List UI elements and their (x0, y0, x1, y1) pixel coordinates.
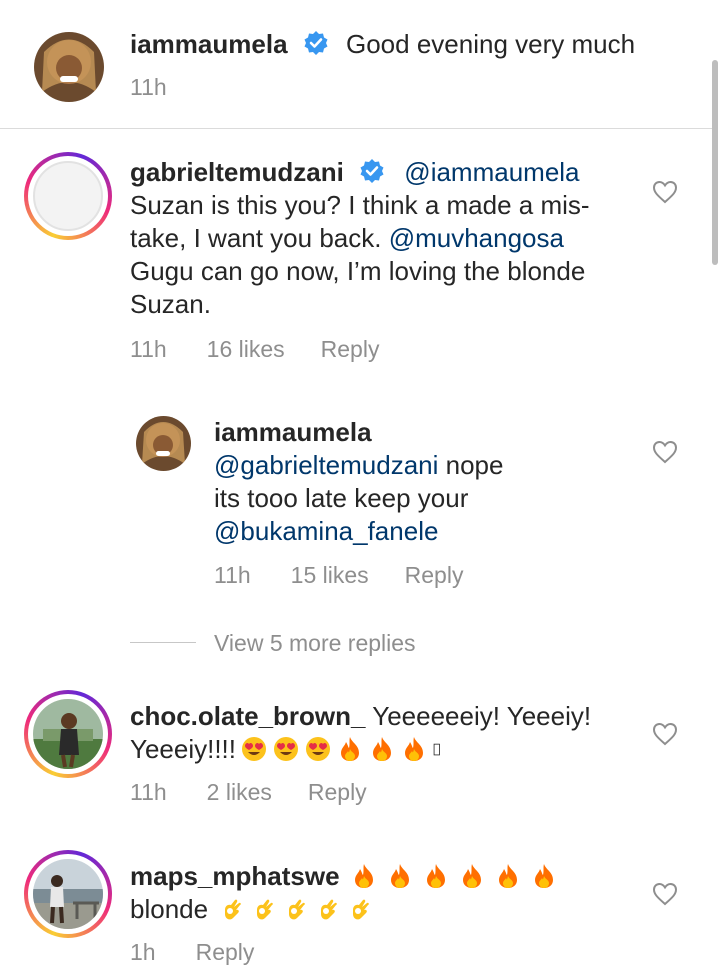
view-more-replies-button[interactable]: View 5 more replies (214, 630, 416, 657)
fire-emoji (405, 737, 424, 761)
mention-link[interactable]: @iammaumela (404, 157, 579, 187)
ok-hand-emoji (257, 899, 274, 920)
heart-eyes-emoji (242, 737, 267, 761)
verified-badge-icon (304, 31, 328, 55)
missing-glyph-icon (433, 743, 441, 756)
comment-time: 1h (130, 939, 156, 965)
mention-link[interactable]: @muvhangosa (389, 223, 564, 253)
mention-link[interactable]: @gabrieltemudzani (214, 450, 438, 480)
heart-eyes-emoji (306, 737, 331, 761)
avatar[interactable] (28, 156, 108, 236)
caption-time: 11h (130, 74, 167, 100)
comment-meta: 1h Reply (130, 939, 290, 966)
fire-emoji (498, 864, 517, 888)
avatar[interactable] (28, 694, 108, 774)
likes-count[interactable]: 15 likes (291, 562, 369, 588)
comment-line-1: gabrieltemudzani @iammaumela (130, 156, 580, 189)
reply-line-1: iammaumela (214, 416, 372, 449)
comment-line-1: maps_mphatswe (130, 860, 563, 893)
avatar[interactable] (136, 416, 191, 471)
ok-hand-emoji (321, 899, 338, 920)
reply-line-3: its tooo late keep your (214, 483, 469, 513)
reply-button[interactable]: Reply (405, 562, 464, 588)
fire-emoji (534, 864, 553, 888)
fire-emoji (426, 864, 445, 888)
likes-count[interactable]: 2 likes (207, 779, 272, 805)
comment-time: 11h (130, 779, 167, 805)
comment-line-2: Suzan is this you? I think a made a mis- (130, 190, 590, 220)
reply-line-2: @gabrieltemudzani nope (214, 450, 504, 480)
comment-line-1: choc.olate_brown_ Yeeeeeeiy! Yeeeiy! (130, 701, 592, 731)
comment-username[interactable]: maps_mphatswe (130, 861, 340, 891)
comment-line-2: blonde (130, 893, 379, 926)
header-username[interactable]: iammaumela (130, 29, 288, 59)
comment-line-3: take, I want you back. @muvhangosa (130, 223, 564, 253)
reply-time: 11h (214, 562, 251, 588)
comment-username[interactable]: choc.olate_brown_ (130, 701, 366, 731)
fire-emoji (354, 864, 373, 888)
scrollbar[interactable] (712, 60, 718, 265)
verified-badge-icon (360, 159, 384, 183)
avatar[interactable] (34, 32, 104, 102)
reply-button[interactable]: Reply (321, 336, 380, 362)
ok-hand-emoji (353, 899, 370, 920)
fire-emoji (462, 864, 481, 888)
reply-line-4: @bukamina_fanele (214, 515, 438, 548)
heart-icon[interactable] (652, 882, 678, 906)
comment-time: 11h (130, 336, 167, 362)
heart-icon[interactable] (652, 180, 678, 204)
comment-line-2: Yeeeiy!!!! (130, 733, 453, 766)
heart-icon[interactable] (652, 440, 678, 464)
divider (0, 128, 712, 129)
reply-meta: 11h 15 likes Reply (214, 562, 499, 589)
reply-button[interactable]: Reply (196, 939, 255, 965)
heart-eyes-emoji (274, 737, 299, 761)
reply-username[interactable]: iammaumela (214, 417, 372, 447)
ok-hand-emoji (289, 899, 306, 920)
fire-emoji (390, 864, 409, 888)
comment-meta: 11h 16 likes Reply (130, 336, 415, 363)
fire-emoji (341, 737, 360, 761)
comment-username[interactable]: gabrieltemudzani (130, 157, 344, 187)
fire-emoji (373, 737, 392, 761)
comment-meta: 11h 2 likes Reply (130, 779, 403, 806)
reply-button[interactable]: Reply (308, 779, 367, 805)
comment-line-5: Suzan. (130, 289, 211, 319)
caption-text: Good evening very much (346, 29, 636, 59)
comment-line-4: Gugu can go now, I’m loving the blonde (130, 256, 586, 286)
ok-hand-emoji (225, 899, 242, 920)
view-more-divider (130, 642, 196, 643)
likes-count[interactable]: 16 likes (207, 336, 285, 362)
mention-link[interactable]: @bukamina_fanele (214, 516, 438, 546)
avatar[interactable] (28, 854, 108, 934)
heart-icon[interactable] (652, 722, 678, 746)
caption-line: iammaumela Good evening very much (130, 28, 635, 61)
